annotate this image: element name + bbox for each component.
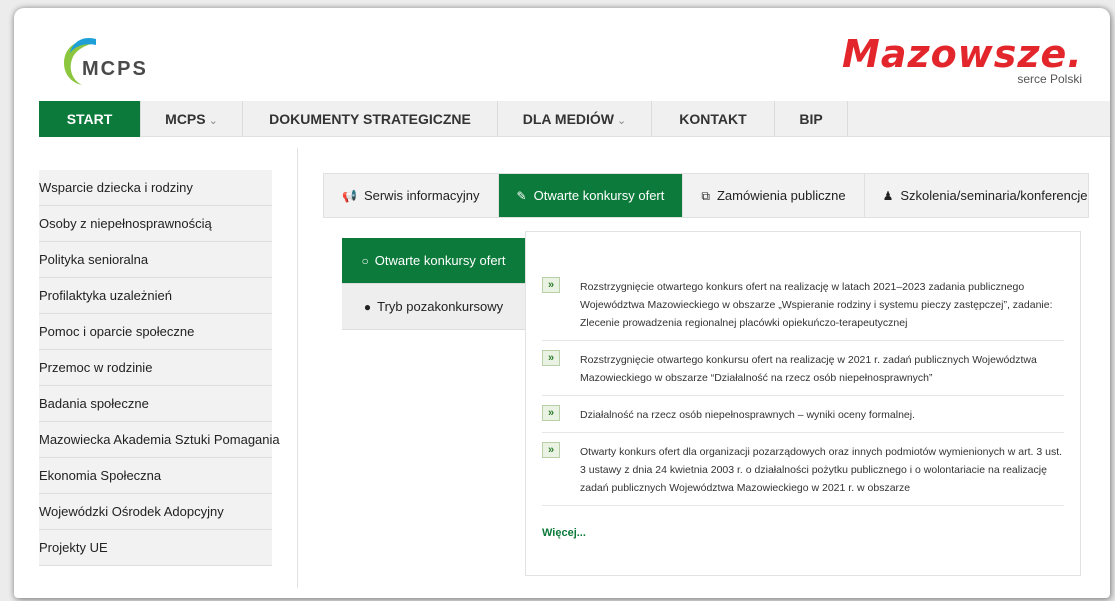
tab-serwis-informacyjny[interactable]: 📢 Serwis informacyjny	[324, 174, 499, 217]
mazowsze-logo[interactable]: Mazowsze. serce Polski	[842, 34, 1082, 100]
news-link[interactable]: Rozstrzygnięcie otwartego konkursu ofert…	[580, 351, 1064, 387]
nav-item-label: DLA MEDIÓW	[522, 111, 615, 127]
tab-label: Otwarte konkursy ofert	[533, 188, 665, 203]
sidebar-item-projekty-ue[interactable]: Projekty UE	[39, 530, 272, 566]
chevron-down-icon: ⌄	[617, 115, 627, 127]
sidebar-item-pomoc[interactable]: Pomoc i oparcie społeczne	[39, 314, 272, 350]
sidebar-item-badania[interactable]: Badania społeczne	[39, 386, 272, 422]
tab-szkolenia[interactable]: ♟ Szkolenia/seminaria/konferencje	[865, 174, 1106, 217]
nav-item-bip[interactable]: BIP	[775, 101, 848, 137]
tab-label: Zamówienia publiczne	[716, 188, 846, 203]
subtab-label: Otwarte konkursy ofert	[374, 253, 506, 268]
list-item[interactable]: » Otwarty konkurs ofert dla organizacji …	[542, 433, 1064, 506]
main-nav: START MCPS ⌄ DOKUMENTY STRATEGICZNE DLA M…	[39, 101, 1110, 137]
news-link[interactable]: Otwarty konkurs ofert dla organizacji po…	[580, 443, 1064, 497]
tab-label: Serwis informacyjny	[363, 188, 480, 203]
sidebar-item-wsparcie-dziecka[interactable]: Wsparcie dziecka i rodziny	[39, 170, 272, 206]
sidebar-item-osrodek-adopcyjny[interactable]: Wojewódzki Ośrodek Adopcyjny	[39, 494, 272, 530]
nav-item-label: BIP	[799, 111, 823, 127]
news-link[interactable]: Działalność na rzecz osób niepełnosprawn…	[580, 406, 1064, 424]
more-link[interactable]: Więcej...	[542, 527, 586, 539]
sub-tabs: ○ Otwarte konkursy ofert ● Tryb pozakonkur…	[342, 238, 525, 330]
edit-icon: ✎	[516, 189, 527, 203]
comment-icon: ●	[363, 300, 372, 314]
sidebar-item-polityka-senioralna[interactable]: Polityka senioralna	[39, 242, 272, 278]
mcps-logo-text: MCPS	[82, 58, 148, 80]
column-divider	[297, 148, 298, 588]
nav-item-mcps[interactable]: MCPS ⌄	[141, 101, 243, 137]
list-item[interactable]: » Rozstrzygnięcie otwartego konkursu ofe…	[542, 341, 1064, 396]
sidebar-item-osoby-niepelnosprawne[interactable]: Osoby z niepełnosprawnością	[39, 206, 272, 242]
sidebar-item-przemoc[interactable]: Przemoc w rodzinie	[39, 350, 272, 386]
nav-item-label: START	[66, 111, 113, 127]
subtab-label: Tryb pozakonkursowy	[377, 299, 504, 314]
sidebar-item-akademia[interactable]: Mazowiecka Akademia Sztuki Pomagania	[39, 422, 280, 458]
user-icon: ♟	[882, 189, 894, 203]
copy-icon: ⧉	[701, 189, 710, 203]
nav-item-label: MCPS	[165, 111, 206, 127]
tab-label: Szkolenia/seminaria/konferencje	[900, 188, 1088, 203]
nav-item-kontakt[interactable]: KONTAKT	[652, 101, 775, 137]
chevron-down-icon: ⌄	[208, 115, 218, 127]
subtab-tryb-pozakonkursowy[interactable]: ● Tryb pozakonkursowy	[342, 284, 525, 330]
tab-zamowienia-publiczne[interactable]: ⧉ Zamówienia publiczne	[683, 174, 865, 217]
news-list: » Rozstrzygnięcie otwartego konkurs ofer…	[542, 268, 1064, 506]
double-chevron-right-icon: »	[542, 277, 560, 293]
page-frame: MCPS Mazowsze. serce Polski START MCPS ⌄ …	[14, 8, 1110, 598]
mcps-logo[interactable]: MCPS	[60, 33, 180, 93]
megaphone-icon: 📢	[342, 189, 357, 203]
subtab-otwarte-konkursy[interactable]: ○ Otwarte konkursy ofert	[342, 238, 525, 284]
list-item[interactable]: » Rozstrzygnięcie otwartego konkurs ofer…	[542, 268, 1064, 341]
double-chevron-right-icon: »	[542, 405, 560, 421]
sidebar-item-profilaktyka[interactable]: Profilaktyka uzależnień	[39, 278, 272, 314]
tab-otwarte-konkursy[interactable]: ✎ Otwarte konkursy ofert	[498, 174, 684, 217]
nav-item-label: KONTAKT	[679, 111, 747, 127]
double-chevron-right-icon: »	[542, 350, 560, 366]
content-tabs: 📢 Serwis informacyjny ✎ Otwarte konkursy o…	[323, 173, 1089, 218]
list-item[interactable]: » Działalność na rzecz osób niepełnospra…	[542, 396, 1064, 433]
nav-item-start[interactable]: START	[39, 101, 141, 137]
comment-outline-icon: ○	[361, 254, 369, 268]
news-panel: » Rozstrzygnięcie otwartego konkurs ofer…	[525, 231, 1081, 576]
double-chevron-right-icon: »	[542, 442, 560, 458]
nav-item-dla-mediow[interactable]: DLA MEDIÓW ⌄	[498, 101, 652, 137]
nav-item-label: DOKUMENTY STRATEGICZNE	[269, 111, 471, 127]
sidebar: Wsparcie dziecka i rodziny Osoby z niepe…	[39, 170, 280, 566]
nav-item-dokumenty-strategiczne[interactable]: DOKUMENTY STRATEGICZNE	[243, 101, 498, 137]
sidebar-item-ekonomia[interactable]: Ekonomia Społeczna	[39, 458, 272, 494]
mazowsze-logo-text: Mazowsze.	[842, 32, 1083, 76]
news-link[interactable]: Rozstrzygnięcie otwartego konkurs ofert …	[580, 278, 1064, 332]
